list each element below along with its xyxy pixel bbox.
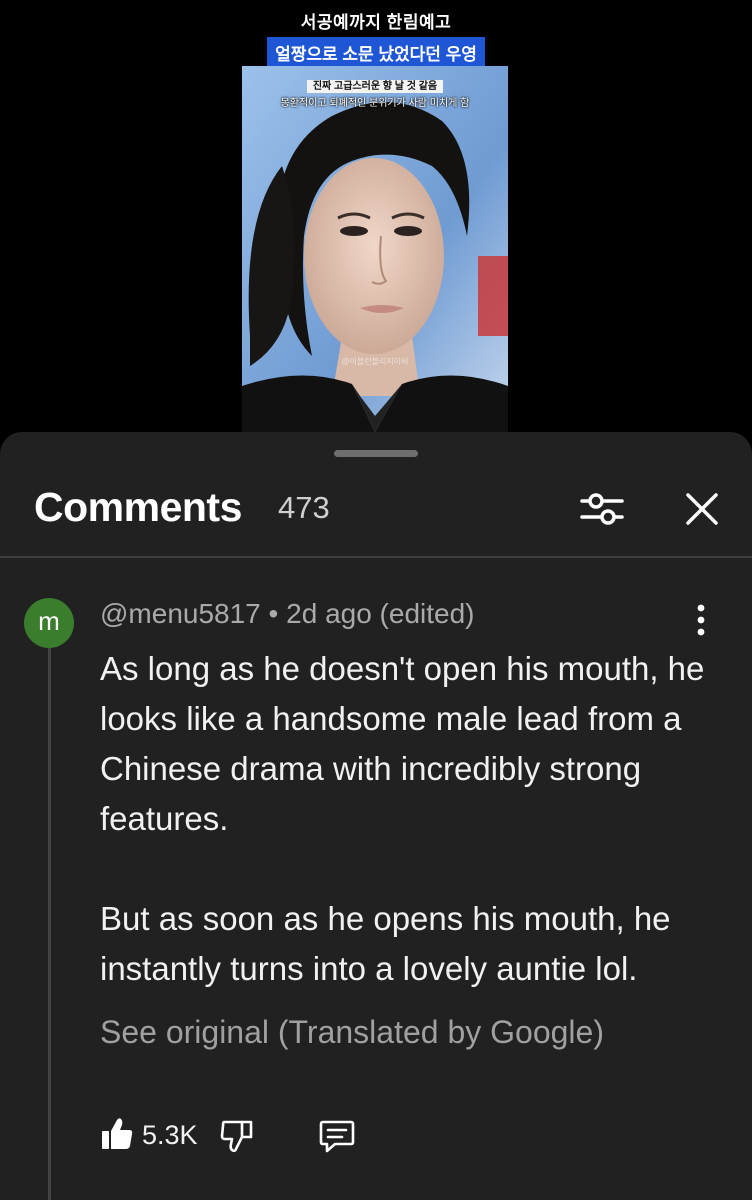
thumbs-down-icon [220,1120,253,1153]
frame-caption-1-text: 진짜 고급스러운 향 날 것 같음 [306,80,444,93]
sort-filter-button[interactable] [574,484,630,534]
see-original-link[interactable]: See original (Translated by Google) [100,1014,604,1051]
comment-paragraph-1: As long as he doesn't open his mouth, he… [100,650,705,837]
video-watermark: @이블린블리지이비 [341,357,409,366]
video-frame-image [242,66,508,432]
close-icon [686,493,718,525]
header-divider [0,556,752,558]
reply-thread-line [48,648,51,1200]
comments-header: Comments 473 [0,476,752,558]
like-button[interactable] [100,1116,134,1152]
comments-sheet: Comments 473 m @menu5817 • 2d ago (edite… [0,432,752,1200]
sliders-icon [580,493,624,525]
like-count: 5.3K [142,1120,198,1150]
reply-button[interactable] [318,1118,356,1154]
comment-meta: @menu5817 • 2d ago (edited) [100,598,475,630]
comment-paragraph-2: But as soon as he opens his mouth, he in… [100,900,671,987]
comments-count: 473 [278,490,330,525]
comments-title: Comments [34,484,242,530]
video-caption: 서공예까지 한림예고 얼짱으로 소문 났었다던 우영 [0,8,752,68]
frame-caption-2: 몽환적이고 퇴폐적인 분위기가 사람 미치게 함 [280,98,470,109]
close-button[interactable] [676,484,728,534]
meta-separator: • [268,598,279,629]
comment-text: As long as he doesn't open his mouth, he… [100,644,720,994]
more-options-button[interactable] [688,602,714,638]
video-caption-line1: 서공예까지 한림예고 [300,13,452,32]
video-frame: 진짜 고급스러운 향 날 것 같음 몽환적이고 퇴폐적인 분위기가 사람 미치게… [242,66,508,432]
video-caption-line2: 얼짱으로 소문 났었다던 우영 [267,37,485,68]
dislike-button[interactable] [220,1118,254,1154]
reply-icon [319,1120,355,1153]
drag-handle[interactable] [334,450,418,457]
avatar[interactable]: m [24,598,74,648]
comment-author[interactable]: @menu5817 [100,598,261,629]
frame-caption-1: 진짜 고급스러운 향 날 것 같음 [242,76,508,94]
thumbs-up-icon [102,1118,133,1149]
comment-time: 2d ago (edited) [286,598,475,629]
more-vert-icon [697,604,705,636]
video-player[interactable]: 서공예까지 한림예고 얼짱으로 소문 났었다던 우영 진짜 고급스러운 향 날 … [0,0,752,432]
